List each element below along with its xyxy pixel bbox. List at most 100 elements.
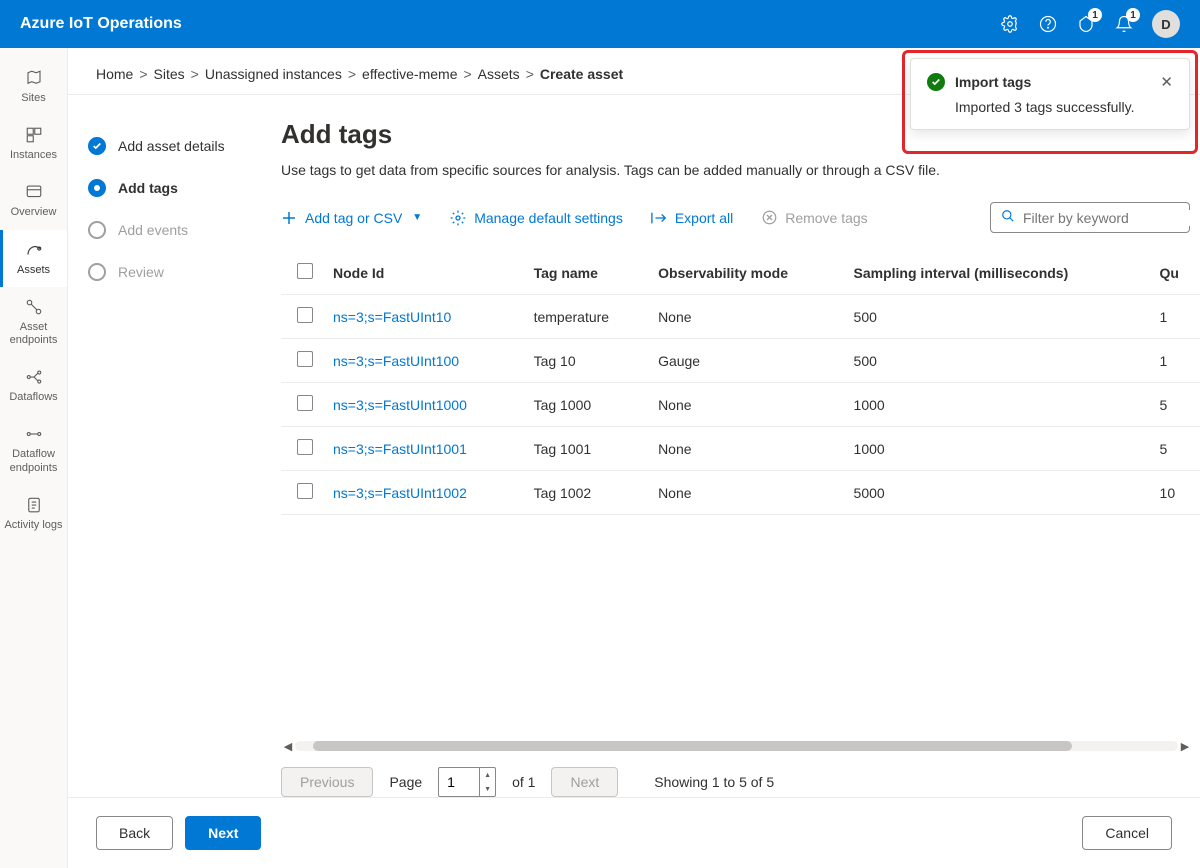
- row-checkbox[interactable]: [297, 351, 313, 367]
- nav-item-activity-logs[interactable]: Activity logs: [0, 485, 67, 542]
- interval-cell: 5000: [844, 471, 1150, 515]
- nav-item-sites[interactable]: Sites: [0, 58, 67, 115]
- step-add-tags[interactable]: Add tags: [88, 167, 243, 209]
- page-up-icon[interactable]: ▲: [480, 768, 495, 782]
- tags-table: Node IdTag nameObservability modeSamplin…: [281, 251, 1200, 515]
- crumb-separator: >: [191, 66, 199, 82]
- tag-name-cell: Tag 1000: [524, 383, 648, 427]
- manage-settings-label: Manage default settings: [474, 210, 623, 226]
- step-add-asset-details[interactable]: Add asset details: [88, 125, 243, 167]
- col-header-2[interactable]: Observability mode: [648, 251, 843, 295]
- step-indicator-icon: [88, 263, 106, 281]
- row-checkbox[interactable]: [297, 395, 313, 411]
- step-add-events[interactable]: Add events: [88, 209, 243, 251]
- manage-settings-button[interactable]: Manage default settings: [450, 210, 623, 226]
- crumb-effective-meme[interactable]: effective-meme: [362, 66, 457, 82]
- app-title: Azure IoT Operations: [20, 15, 182, 33]
- close-icon[interactable]: ✕: [1160, 73, 1173, 91]
- diagnostics-badge: 1: [1088, 8, 1102, 22]
- filter-box[interactable]: [990, 202, 1190, 233]
- q-cell: 10: [1150, 471, 1200, 515]
- node-id-link[interactable]: ns=3;s=FastUInt10: [333, 309, 451, 325]
- col-header-3[interactable]: Sampling interval (milliseconds): [844, 251, 1150, 295]
- row-checkbox[interactable]: [297, 307, 313, 323]
- step-label: Add events: [118, 222, 188, 238]
- nav-label: Instances: [10, 149, 57, 162]
- crumb-separator: >: [139, 66, 147, 82]
- interval-cell: 500: [844, 339, 1150, 383]
- map-icon: [24, 68, 44, 88]
- topbar: Azure IoT Operations 1 1 D: [0, 0, 1200, 48]
- crumb-separator: >: [526, 66, 534, 82]
- showing-label: Showing 1 to 5 of 5: [654, 774, 774, 790]
- page-input-wrap[interactable]: ▲▼: [438, 767, 496, 797]
- notifications-icon[interactable]: 1: [1114, 14, 1134, 34]
- nav-item-dataflow-endpoints[interactable]: Dataflow endpoints: [0, 414, 67, 484]
- tags-table-wrap: Node IdTag nameObservability modeSamplin…: [281, 251, 1200, 736]
- avatar[interactable]: D: [1152, 10, 1180, 38]
- mode-cell: None: [648, 427, 843, 471]
- nav-label: Activity logs: [4, 519, 62, 532]
- table-row: ns=3;s=FastUInt10temperatureNone5001: [281, 295, 1200, 339]
- crumb-home[interactable]: Home: [96, 66, 133, 82]
- toolbar: Add tag or CSV ▼ Manage default settings…: [281, 196, 1200, 251]
- endpoint-icon: [24, 297, 44, 317]
- step-indicator-icon: [88, 221, 106, 239]
- col-header-0[interactable]: Node Id: [323, 251, 524, 295]
- diagnostics-icon[interactable]: 1: [1076, 14, 1096, 34]
- step-indicator-icon: [88, 137, 106, 155]
- next-button[interactable]: Next: [185, 816, 261, 850]
- crumb-sites[interactable]: Sites: [154, 66, 185, 82]
- nav-item-overview[interactable]: Overview: [0, 172, 67, 229]
- nav-item-instances[interactable]: Instances: [0, 115, 67, 172]
- scroll-track[interactable]: [295, 741, 1178, 751]
- col-header-4[interactable]: Qu: [1150, 251, 1200, 295]
- page-down-icon[interactable]: ▼: [480, 782, 495, 796]
- overview-icon: [24, 182, 44, 202]
- scroll-right-icon[interactable]: ▶: [1178, 740, 1192, 753]
- nav-label: Sites: [21, 92, 45, 105]
- success-icon: [927, 73, 945, 91]
- step-label: Add tags: [118, 180, 178, 196]
- filter-input[interactable]: [1023, 210, 1200, 226]
- settings-icon[interactable]: [1000, 14, 1020, 34]
- step-label: Add asset details: [118, 138, 225, 154]
- chevron-down-icon: ▼: [412, 212, 422, 223]
- back-button[interactable]: Back: [96, 816, 173, 850]
- scroll-left-icon[interactable]: ◀: [281, 740, 295, 753]
- nav-item-dataflows[interactable]: Dataflows: [0, 357, 67, 414]
- row-checkbox[interactable]: [297, 439, 313, 455]
- step-review[interactable]: Review: [88, 251, 243, 293]
- cancel-button[interactable]: Cancel: [1082, 816, 1172, 850]
- export-all-button[interactable]: Export all: [651, 210, 733, 226]
- footer: Back Next Cancel: [68, 797, 1200, 868]
- node-id-link[interactable]: ns=3;s=FastUInt1001: [333, 441, 467, 457]
- crumb-assets[interactable]: Assets: [478, 66, 520, 82]
- nav-item-assets[interactable]: Assets: [0, 230, 67, 287]
- col-header-1[interactable]: Tag name: [524, 251, 648, 295]
- add-tag-button[interactable]: Add tag or CSV ▼: [281, 210, 422, 226]
- scroll-thumb[interactable]: [313, 741, 1072, 751]
- node-id-link[interactable]: ns=3;s=FastUInt100: [333, 353, 459, 369]
- node-id-link[interactable]: ns=3;s=FastUInt1000: [333, 397, 467, 413]
- remove-tags-button: Remove tags: [761, 210, 867, 226]
- crumb-unassigned-instances[interactable]: Unassigned instances: [205, 66, 342, 82]
- mode-cell: None: [648, 471, 843, 515]
- page-label: Page: [389, 774, 422, 790]
- nav-item-asset-endpoints[interactable]: Asset endpoints: [0, 287, 67, 357]
- select-all-checkbox[interactable]: [297, 263, 313, 279]
- crumb-separator: >: [463, 66, 471, 82]
- tag-name-cell: Tag 1002: [524, 471, 648, 515]
- step-label: Review: [118, 264, 164, 280]
- toast-message: Imported 3 tags successfully.: [927, 99, 1173, 115]
- gear-icon: [450, 210, 466, 226]
- help-icon[interactable]: [1038, 14, 1058, 34]
- row-checkbox[interactable]: [297, 483, 313, 499]
- page-number-input[interactable]: [439, 774, 479, 790]
- node-id-link[interactable]: ns=3;s=FastUInt1002: [333, 485, 467, 501]
- horizontal-scrollbar[interactable]: ◀ ▶: [281, 739, 1200, 753]
- crumb-separator: >: [348, 66, 356, 82]
- nav-label: Overview: [11, 206, 57, 219]
- toast: Import tags ✕ Imported 3 tags successful…: [910, 58, 1190, 130]
- interval-cell: 1000: [844, 383, 1150, 427]
